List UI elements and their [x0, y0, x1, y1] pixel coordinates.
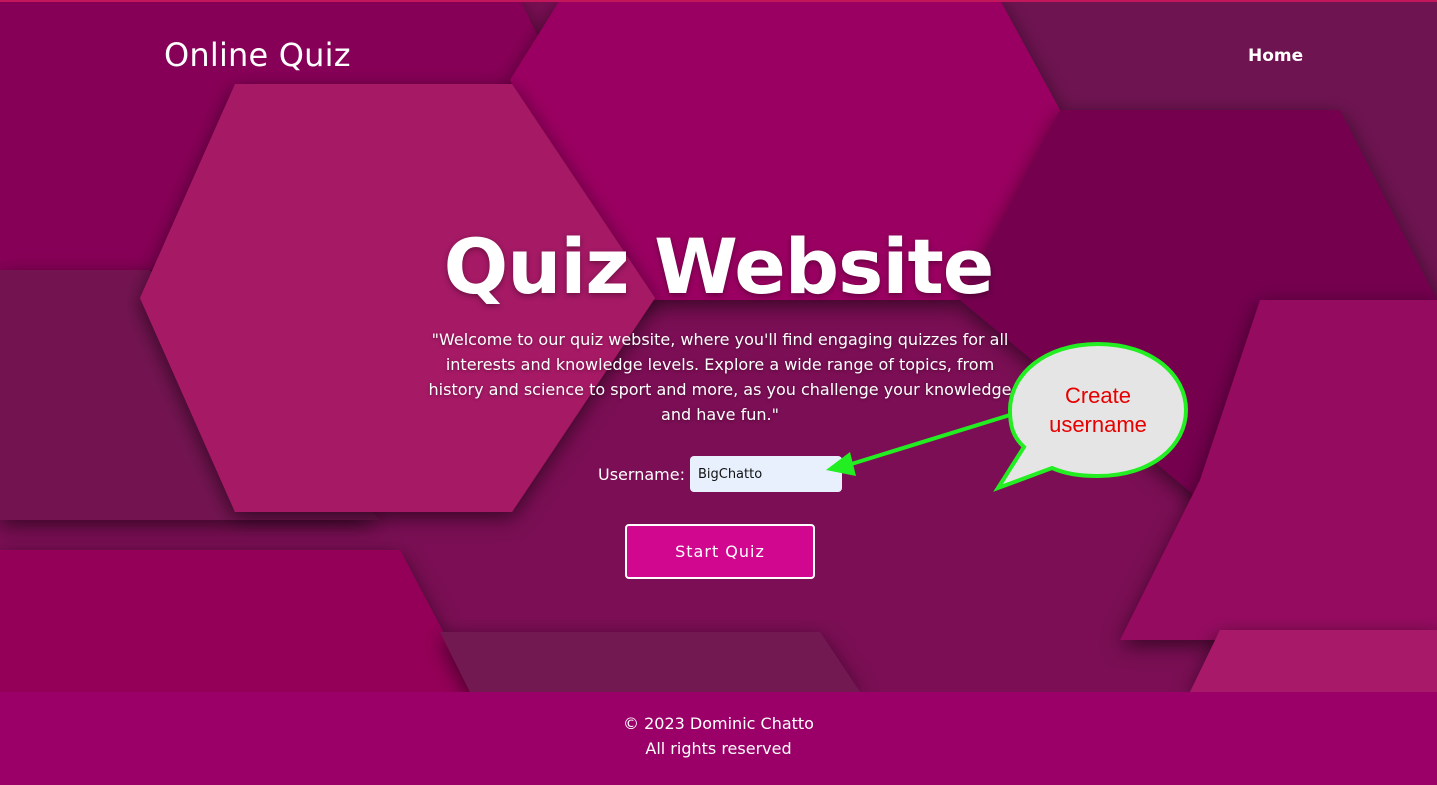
start-quiz-button[interactable]: Start Quiz [625, 524, 815, 579]
top-accent-line [0, 0, 1437, 2]
username-label: Username: [598, 464, 685, 484]
footer-rights: All rights reserved [645, 739, 792, 758]
hero-description: "Welcome to our quiz website, where you'… [428, 330, 1012, 424]
callout-text: Create username [1049, 383, 1147, 437]
site-brand[interactable]: Online Quiz [164, 36, 351, 74]
nav-home-link[interactable]: Home [1248, 46, 1303, 66]
footer-copyright: © 2023 Dominic Chatto [623, 714, 814, 733]
footer: © 2023 Dominic Chatto All rights reserve… [0, 692, 1437, 785]
username-input[interactable] [689, 456, 842, 492]
hero-title: Quiz Website [443, 222, 995, 311]
username-form-row: Username: [598, 456, 842, 492]
